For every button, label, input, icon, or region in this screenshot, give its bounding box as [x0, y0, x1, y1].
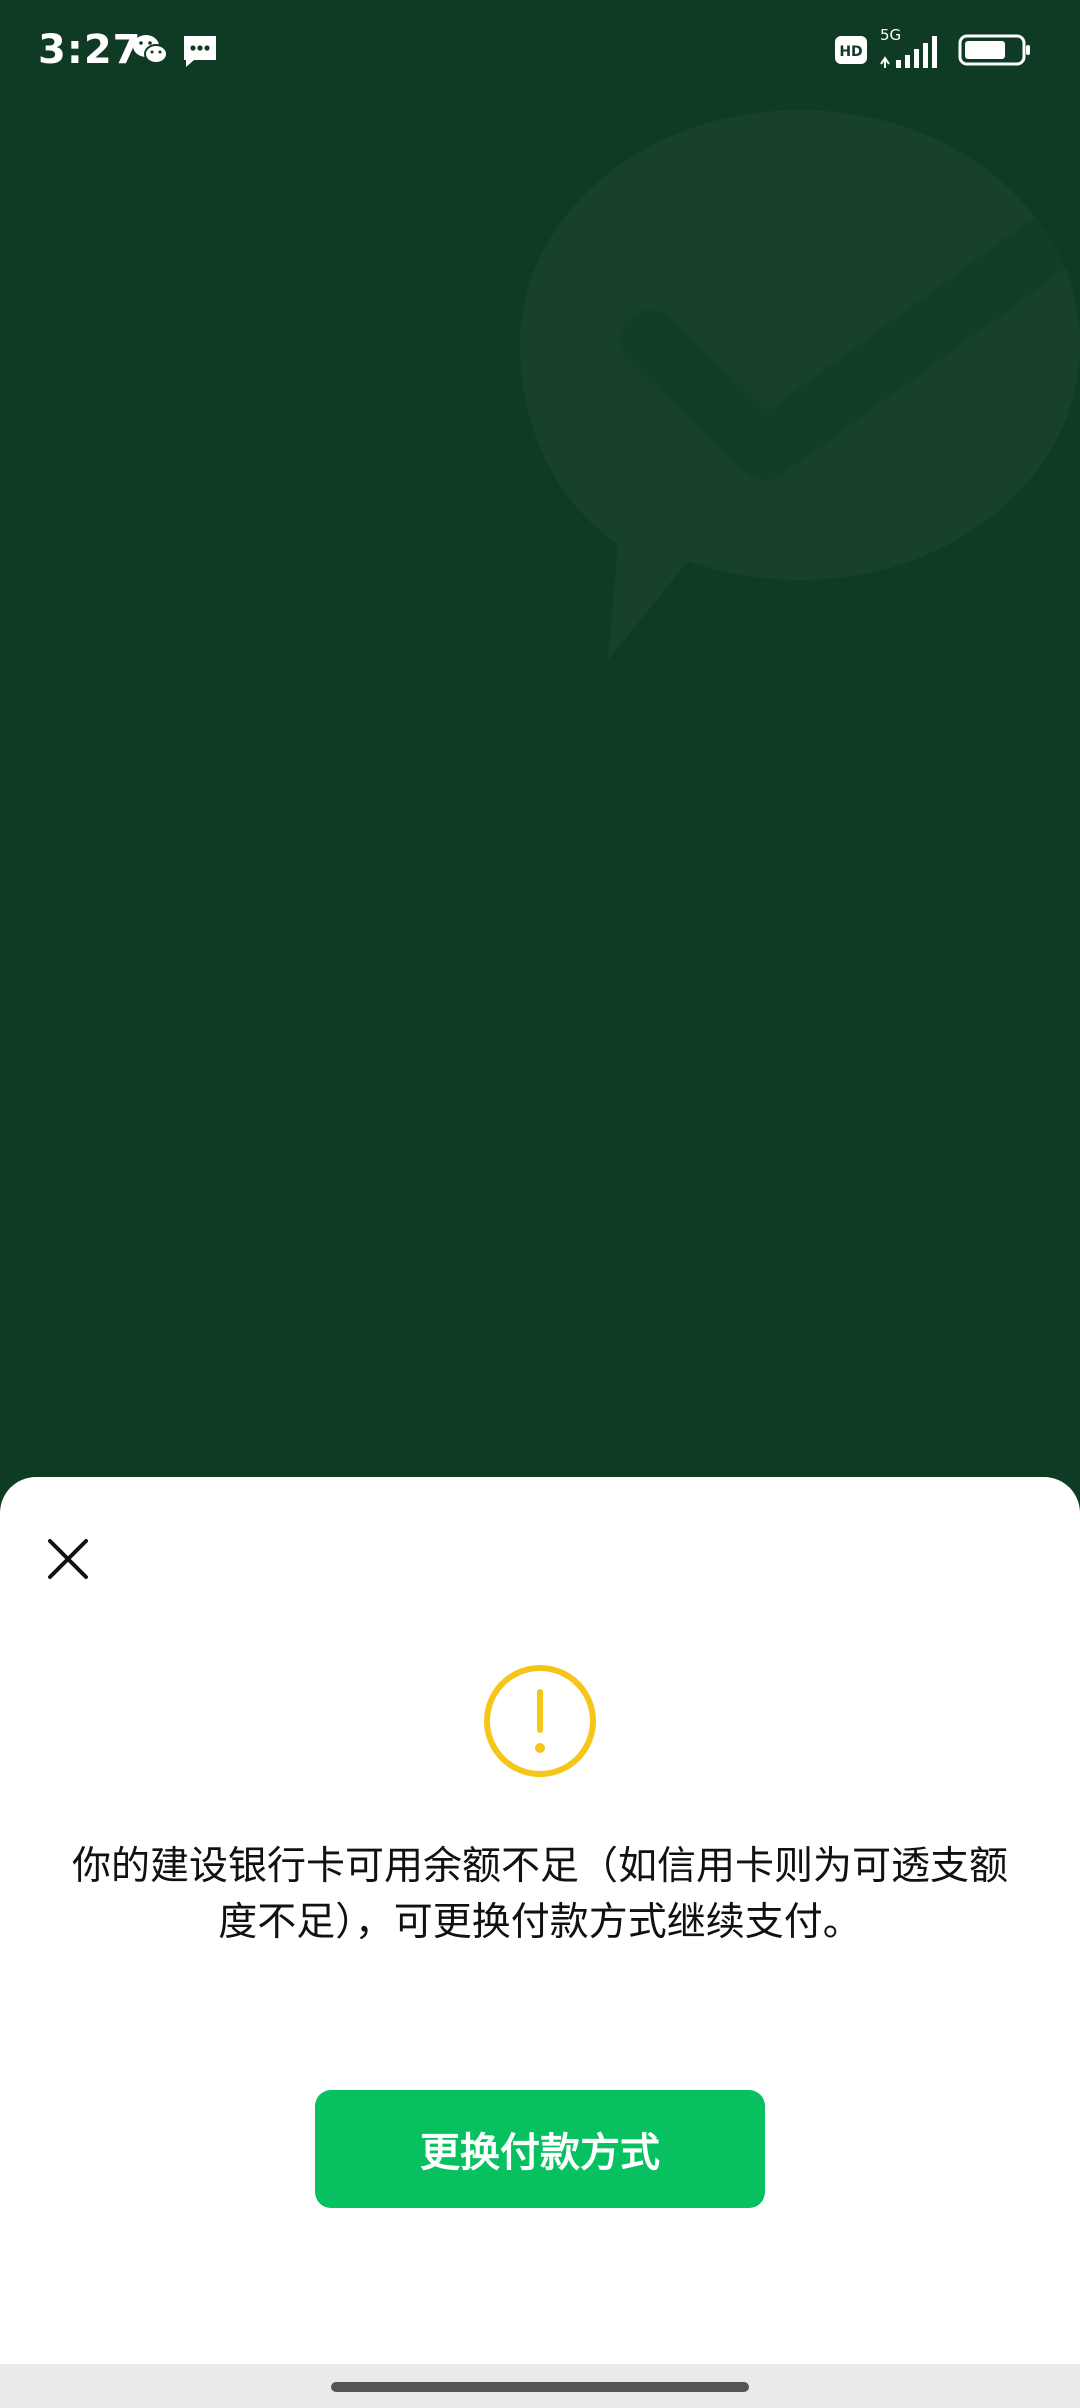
- wechat-pay-watermark-icon: [520, 110, 1080, 660]
- home-indicator[interactable]: [331, 2382, 749, 2392]
- change-payment-method-button[interactable]: 更换付款方式: [315, 2090, 765, 2208]
- insufficient-balance-sheet: 你的建设银行卡可用余额不足（如信用卡则为可透支额度不足），可更换付款方式继续支付…: [0, 1477, 1080, 2364]
- hd-icon: HD: [835, 36, 867, 64]
- warning-icon: [484, 1665, 596, 1777]
- wechat-notification-icon: [133, 35, 168, 64]
- close-button[interactable]: [36, 1527, 100, 1591]
- hd-label: HD: [839, 44, 862, 60]
- signal-icon: 5G: [880, 26, 937, 68]
- insufficient-balance-message: 你的建设银行卡可用余额不足（如信用卡则为可透支额度不足），可更换付款方式继续支付…: [71, 1844, 1008, 1945]
- network-label: 5G: [880, 26, 901, 44]
- close-icon: [48, 1539, 88, 1579]
- battery-icon: [958, 34, 1030, 66]
- payment-screen: 3:27 HD 5G 你的建设银行卡可用余额不足（如信用卡则为可透支额度不足），…: [0, 0, 1080, 2408]
- message-notification-icon: [184, 36, 216, 67]
- status-bar: 3:27 HD 5G: [0, 0, 1080, 100]
- status-time: 3:27: [38, 27, 142, 73]
- gesture-navigation-bar: [0, 2364, 1080, 2408]
